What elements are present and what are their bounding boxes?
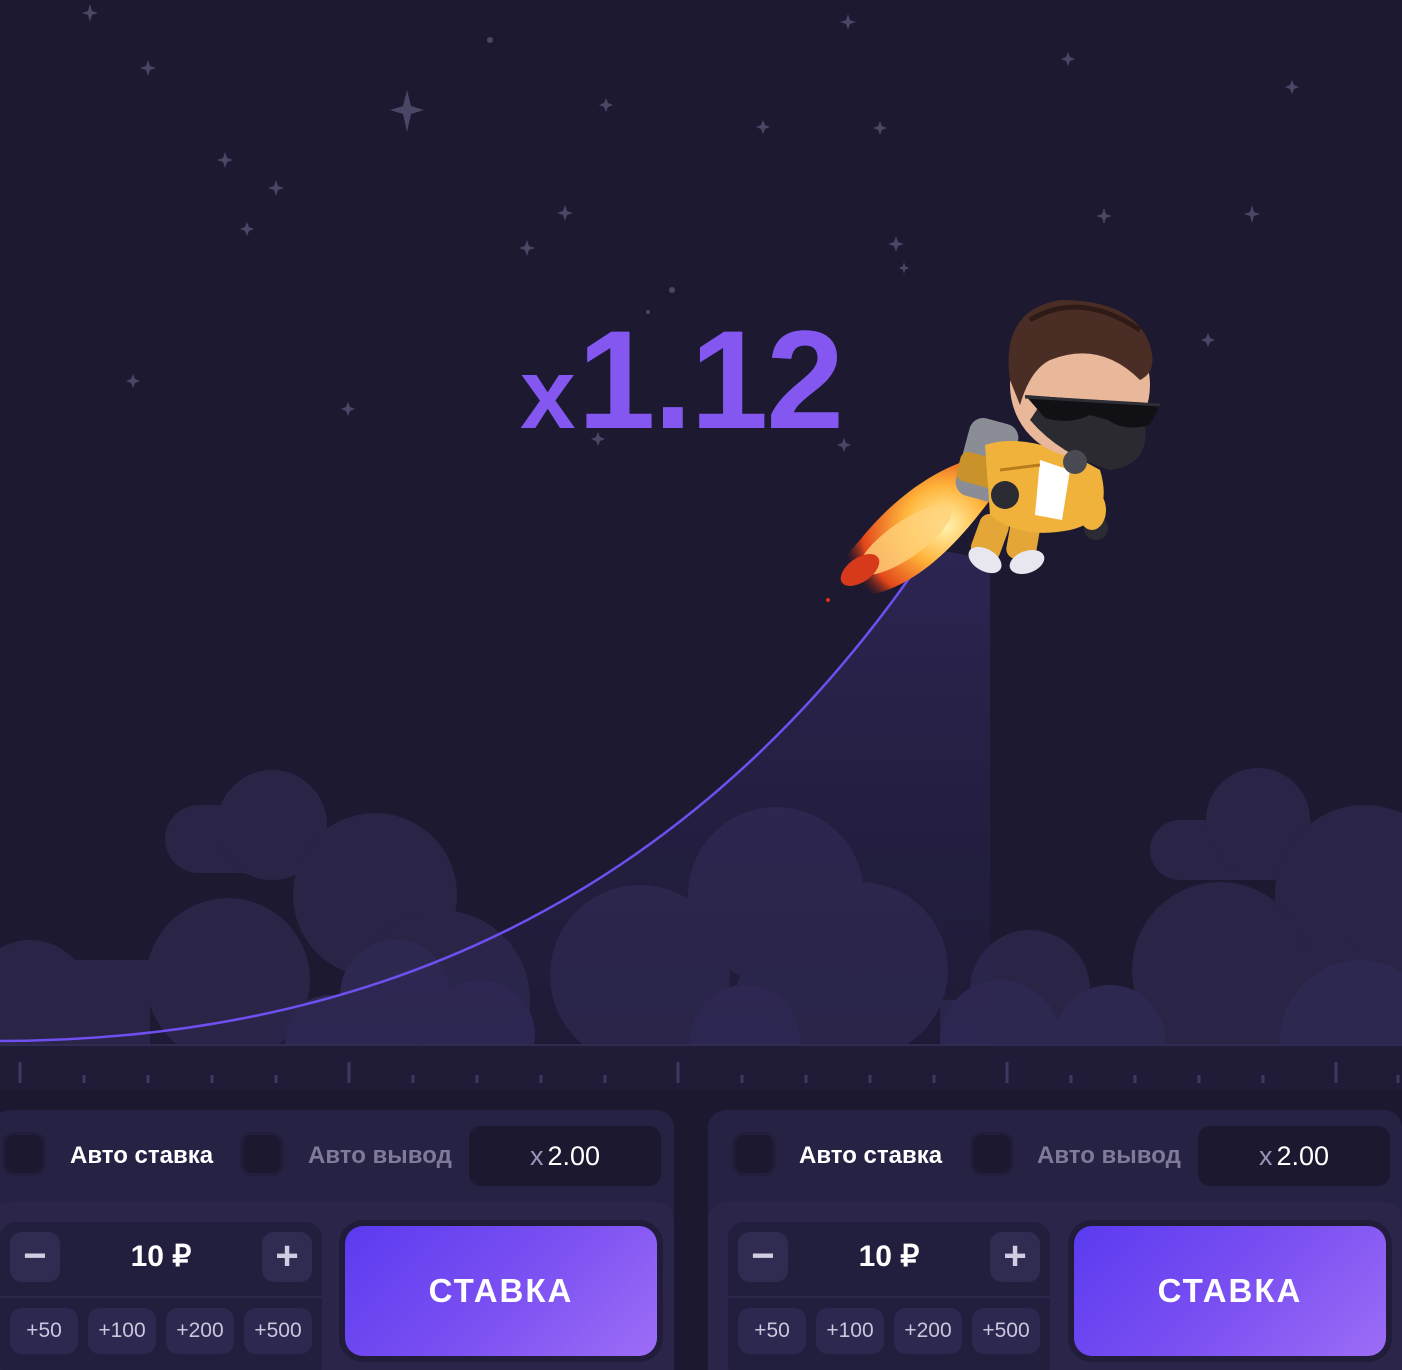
bet-amount-box: − 10 ₽ + +50 +100 +200 +500: [728, 1222, 1050, 1370]
auto-bet-toggle[interactable]: [2, 1132, 46, 1176]
quick-amount-500-button[interactable]: +500: [244, 1308, 312, 1354]
cashout-value: 2.00: [547, 1141, 601, 1171]
quick-amount-200-button[interactable]: +200: [894, 1308, 962, 1354]
star: [82, 4, 98, 22]
auto-cashout-toggle[interactable]: [970, 1132, 1014, 1176]
cashout-value: 2.00: [1276, 1141, 1330, 1171]
multiplier-prefix: x: [520, 338, 576, 450]
multiplier-value: 1.12: [577, 301, 844, 458]
star: [1096, 208, 1112, 224]
bet-amount-value[interactable]: 10 ₽: [70, 1232, 252, 1282]
multiplier-display: x1.12: [520, 300, 880, 460]
bet-controls: − 10 ₽ + +50 +100 +200 +500 СТАВКА: [0, 1202, 674, 1370]
auto-options-row: Авто ставка Авто вывод x 2.00: [0, 1110, 674, 1202]
star-large: [390, 90, 424, 132]
star: [268, 180, 284, 196]
star: [1201, 333, 1215, 347]
auto-bet-label: Авто ставка: [799, 1142, 943, 1169]
quick-amount-200-button[interactable]: +200: [166, 1308, 234, 1354]
ground-ruler: [0, 1044, 1402, 1090]
star: [240, 222, 254, 236]
increase-amount-button[interactable]: +: [990, 1232, 1040, 1282]
star-dot: [669, 287, 675, 293]
quick-amount-50-button[interactable]: +50: [738, 1308, 806, 1354]
divider: [0, 1296, 322, 1298]
bet-panel: Авто ставка Авто вывод x 2.00 − 10 ₽ + +5…: [0, 1110, 674, 1370]
star: [756, 120, 770, 134]
decrease-amount-button[interactable]: −: [738, 1232, 788, 1282]
quick-amount-100-button[interactable]: +100: [88, 1308, 156, 1354]
star: [899, 262, 909, 274]
jetpack-pilot-figure: [955, 300, 1161, 575]
auto-bet-label: Авто ставка: [70, 1142, 214, 1169]
quick-amount-500-button[interactable]: +500: [972, 1308, 1040, 1354]
star: [888, 236, 904, 252]
auto-cashout-label: Авто вывод: [308, 1142, 452, 1169]
quick-amount-100-button[interactable]: +100: [816, 1308, 884, 1354]
cashout-prefix: x: [529, 1141, 544, 1171]
game-area: x1.12: [0, 0, 1402, 1090]
decrease-amount-button[interactable]: −: [10, 1232, 60, 1282]
star: [519, 240, 535, 256]
place-bet-button[interactable]: СТАВКА: [1074, 1226, 1386, 1356]
star: [557, 205, 573, 221]
quick-amount-50-button[interactable]: +50: [10, 1308, 78, 1354]
auto-cashout-input[interactable]: x 2.00: [469, 1126, 661, 1186]
auto-bet-toggle[interactable]: [732, 1132, 776, 1176]
star-dot: [487, 37, 493, 43]
cashout-prefix: x: [1258, 1141, 1273, 1171]
bet-panel: Авто ставка Авто вывод x 2.00 − 10 ₽ + +5…: [708, 1110, 1402, 1370]
auto-options-row: Авто ставка Авто вывод x 2.00: [708, 1110, 1402, 1202]
star: [1244, 205, 1260, 223]
star: [840, 14, 856, 30]
star: [126, 374, 140, 388]
star: [599, 98, 613, 112]
bet-amount-value[interactable]: 10 ₽: [798, 1232, 980, 1282]
auto-cashout-input[interactable]: x 2.00: [1198, 1126, 1390, 1186]
star: [1061, 52, 1075, 66]
star: [140, 60, 156, 76]
star: [1285, 80, 1299, 94]
star: [341, 402, 355, 416]
star: [873, 121, 887, 135]
bet-controls: − 10 ₽ + +50 +100 +200 +500 СТАВКА: [708, 1202, 1402, 1370]
star: [217, 152, 233, 168]
bet-amount-box: − 10 ₽ + +50 +100 +200 +500: [0, 1222, 322, 1370]
game-scene: [0, 4, 1402, 1090]
auto-cashout-label: Авто вывод: [1037, 1142, 1181, 1169]
increase-amount-button[interactable]: +: [262, 1232, 312, 1282]
auto-cashout-toggle[interactable]: [240, 1132, 284, 1176]
divider: [728, 1296, 1050, 1298]
place-bet-button[interactable]: СТАВКА: [345, 1226, 657, 1356]
